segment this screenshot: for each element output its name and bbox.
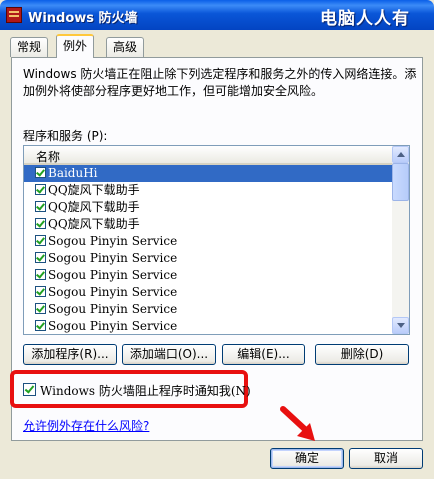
tab-advanced[interactable]: 高级 [106,37,145,57]
firewall-icon [6,7,22,23]
description-text: Windows 防火墙正在阻止除下列选定程序和服务之外的传入网络连接。添加例外将… [23,67,417,98]
add-program-button[interactable]: 添加程序(R)... [23,344,117,365]
list-item[interactable]: QQ旋风下载助手 [24,182,393,199]
delete-button[interactable]: 删除(D) [315,344,409,365]
edit-button[interactable]: 编辑(E)... [222,344,305,365]
list-item[interactable]: BaiduHi [24,165,393,182]
watermark-text: 电脑人人有 [320,9,410,29]
item-checkbox[interactable] [35,320,46,331]
programs-list[interactable]: 名称 BaiduHi QQ旋风下载助手 QQ旋风下载助手 QQ旋风下载助手 So… [23,145,410,335]
window-title: Windows 防火墙 [28,11,138,26]
annotation-arrow-icon [280,406,315,441]
notify-checkbox-box[interactable] [23,383,36,396]
list-item[interactable]: QQ旋风下载助手 [24,199,393,216]
item-checkbox[interactable] [35,252,46,263]
item-checkbox[interactable] [35,184,46,195]
cancel-button[interactable]: 取消 [349,448,423,469]
title-bar[interactable]: Windows 防火墙 电脑人人有 [0,0,434,30]
list-column-header[interactable]: 名称 [24,146,392,165]
column-name-label: 名称 [36,150,61,164]
item-checkbox[interactable] [35,286,46,297]
item-checkbox[interactable] [35,303,46,314]
list-item[interactable]: QQ旋风下载助手 [24,216,393,233]
item-checkbox[interactable] [35,235,46,246]
scroll-thumb[interactable] [392,163,409,201]
risk-help-link[interactable]: 允许例外存在什么风险? [23,417,149,434]
item-checkbox[interactable] [35,218,46,229]
list-item[interactable]: Sogou Pinyin Service [24,250,393,267]
tab-exceptions[interactable]: 例外 [56,34,95,58]
item-checkbox[interactable] [35,269,46,280]
notify-checkbox-label: Windows 防火墙阻止程序时通知我(N) [40,384,251,398]
list-item[interactable]: Sogou Pinyin Service [24,284,393,301]
ok-button[interactable]: 确定 [270,448,344,469]
scroll-up-icon[interactable] [392,146,409,163]
list-item[interactable]: Sogou Pinyin Service [24,233,393,250]
list-item[interactable]: Sogou Pinyin Service [24,318,393,334]
item-checkbox[interactable] [35,167,46,178]
list-item[interactable]: Sogou Pinyin Service [24,267,393,284]
item-checkbox[interactable] [35,201,46,212]
list-label: 程序和服务 (P): [23,129,108,143]
list-scrollbar[interactable] [392,146,409,334]
list-item[interactable]: Sogou Pinyin Service [24,301,393,318]
scroll-down-icon[interactable] [392,317,409,334]
list-body: BaiduHi QQ旋风下载助手 QQ旋风下载助手 QQ旋风下载助手 Sogou… [24,165,393,334]
add-port-button[interactable]: 添加端口(O)... [122,344,216,365]
tab-general[interactable]: 常规 [10,37,49,57]
